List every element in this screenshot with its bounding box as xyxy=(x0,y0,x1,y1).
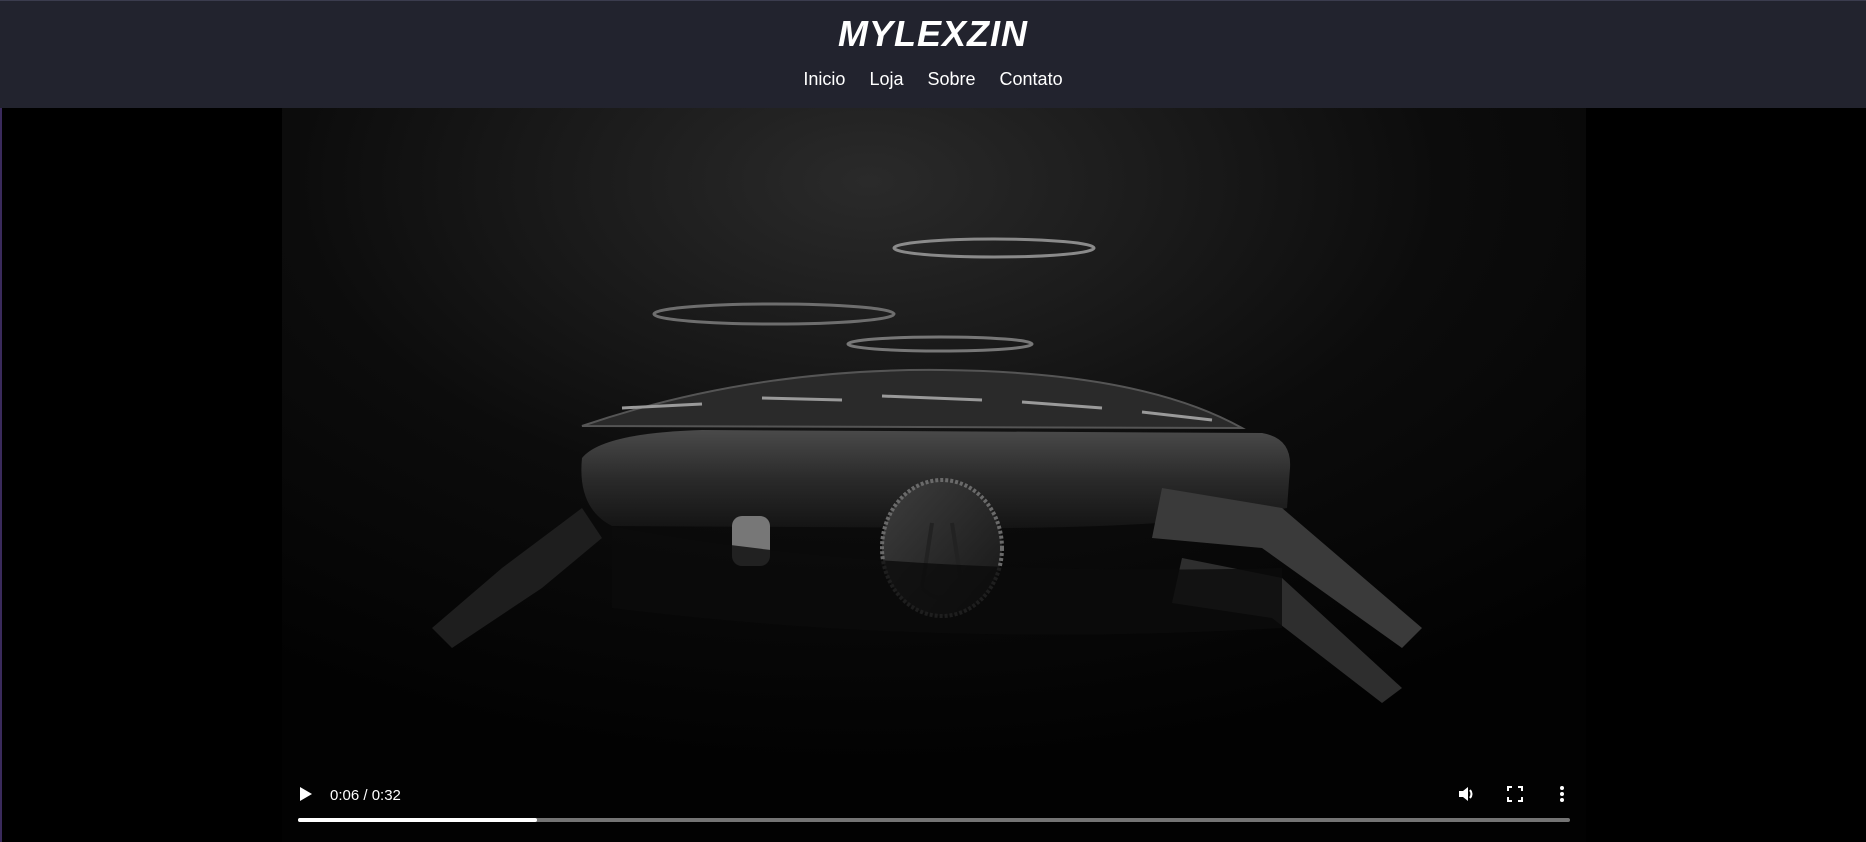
nav-link-sobre[interactable]: Sobre xyxy=(925,69,977,90)
video-controls xyxy=(0,770,1866,842)
progress-fill xyxy=(298,818,537,822)
video-player[interactable] xyxy=(282,108,1586,842)
site-logo[interactable]: MYLEXZIN xyxy=(0,13,1866,55)
more-vertical-icon[interactable] xyxy=(1548,780,1576,808)
video-frame xyxy=(282,108,1586,842)
page-edge xyxy=(0,0,2,842)
play-icon[interactable] xyxy=(292,780,320,808)
nav-link-loja[interactable]: Loja xyxy=(867,69,905,90)
time-display: 0:06 / 0:32 xyxy=(330,787,401,804)
nav-link-inicio[interactable]: Inicio xyxy=(801,69,847,90)
nav-link-contato[interactable]: Contato xyxy=(998,69,1065,90)
volume-icon[interactable] xyxy=(1453,780,1481,808)
main-nav: Inicio Loja Sobre Contato xyxy=(0,69,1866,90)
fullscreen-icon[interactable] xyxy=(1501,780,1529,808)
site-header: MYLEXZIN Inicio Loja Sobre Contato xyxy=(0,0,1866,108)
progress-bar[interactable] xyxy=(298,818,1570,822)
